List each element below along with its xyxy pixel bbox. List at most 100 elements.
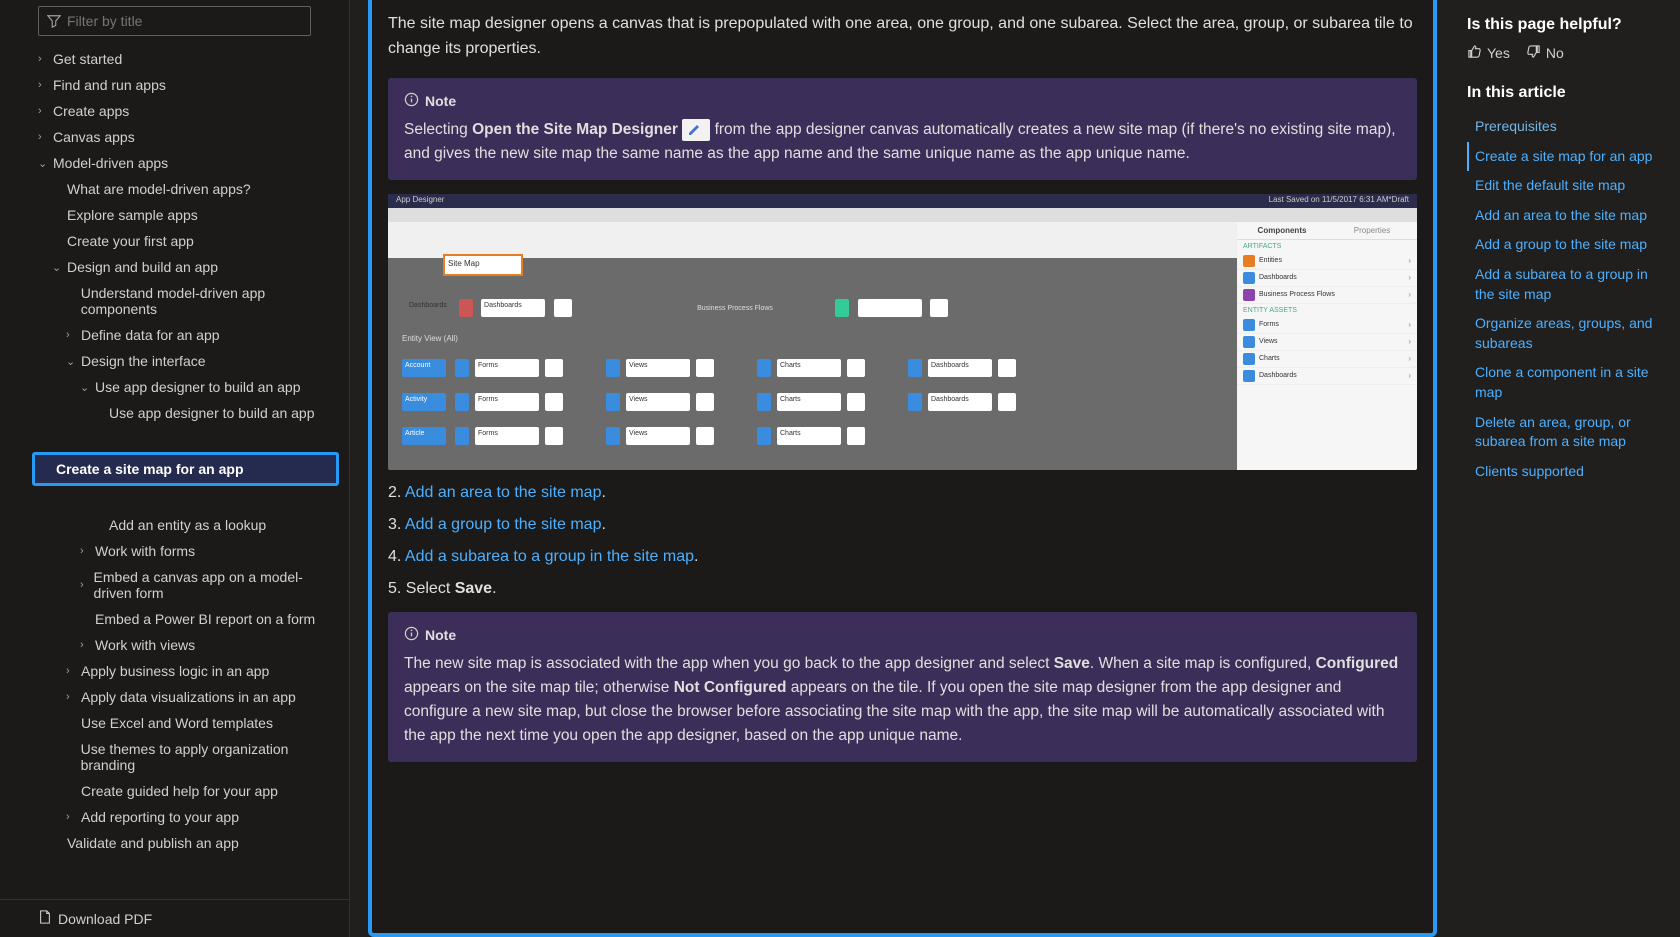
nav-item-label: Design and build an app [67, 259, 218, 275]
nav-item-define-data-for-an-app[interactable]: ›Define data for an app [38, 322, 339, 348]
step-3: 3. Add a group to the site map. [388, 516, 1417, 534]
note-head: Note [404, 92, 1401, 110]
info-icon [404, 92, 419, 110]
chevron-icon: › [80, 639, 92, 651]
nav-item-understand-model-driven-app-components[interactable]: Understand model-driven app components [38, 280, 339, 322]
components-panel: Components Properties ARTIFACTS Entities… [1237, 222, 1417, 470]
nav-item-label: Apply data visualizations in an app [81, 689, 296, 705]
nav-item-label: Create guided help for your app [81, 783, 278, 799]
nav-item-work-with-forms[interactable]: ›Work with forms [38, 538, 339, 564]
nav-item-embed-a-canvas-app-on-a-model-driven-for[interactable]: ›Embed a canvas app on a model-driven fo… [38, 564, 339, 606]
nav-item-label: hidden item above [109, 431, 223, 447]
nav-item-create-guided-help-for-your-app[interactable]: Create guided help for your app [38, 778, 339, 804]
left-sidebar: ›Get started›Find and run apps›Create ap… [0, 0, 350, 937]
nav-item-create-a-site-map-for-an-app[interactable]: Create a site map for an app [32, 452, 339, 486]
nav-item-embed-a-power-bi-report-on-a-form[interactable]: Embed a Power BI report on a form [38, 606, 339, 632]
nav-item-label: Use app designer to build an app [109, 405, 314, 421]
filter-box[interactable] [38, 6, 311, 36]
chevron-icon: › [80, 579, 91, 591]
nav-item-add-an-entity-as-a-lookup[interactable]: Add an entity as a lookup [38, 512, 339, 538]
nav-item-use-excel-and-word-templates[interactable]: Use Excel and Word templates [38, 710, 339, 736]
nav-item-label: Apply business logic in an app [81, 663, 269, 679]
nav-item-label: Find and run apps [53, 77, 166, 93]
download-pdf-button[interactable]: Download PDF [0, 899, 349, 937]
nav-item-apply-data-visualizations-in-an-app[interactable]: ›Apply data visualizations in an app [38, 684, 339, 710]
toc-item-add-an-area-to-the-site-map[interactable]: Add an area to the site map [1467, 201, 1668, 231]
nav-item-explore-sample-apps[interactable]: Explore sample apps [38, 202, 339, 228]
edit-icon [682, 119, 710, 141]
nav-item-label: Validate and publish an app [67, 835, 239, 851]
note-text-1: Selecting Open the Site Map Designer fro… [404, 118, 1401, 166]
nav-item-label: Define data for an app [81, 327, 220, 343]
nav-item-add-or-edit-app-components[interactable]: Add or edit app components [38, 486, 339, 512]
chevron-icon: › [38, 105, 50, 117]
nav-item-create-your-first-app[interactable]: Create your first app [38, 228, 339, 254]
article-highlight-box: The site map designer opens a canvas tha… [368, 0, 1437, 937]
nav-item-label: Use themes to apply organization brandin… [81, 741, 339, 773]
nav-item-work-with-views[interactable]: ›Work with views [38, 632, 339, 658]
nav-item-create-apps[interactable]: ›Create apps [38, 98, 339, 124]
chevron-icon: ⌄ [80, 381, 92, 394]
note-box-2: Note The new site map is associated with… [388, 612, 1417, 762]
chevron-icon: ⌄ [52, 261, 64, 274]
sitemap-tile-highlight: Site Map [443, 254, 523, 276]
nav-tree[interactable]: ›Get started›Find and run apps›Create ap… [0, 42, 349, 899]
chevron-icon: › [38, 131, 50, 143]
nav-item-model-driven-apps[interactable]: ⌄Model-driven apps [38, 150, 339, 176]
toc-item-organize-areas-groups-and-subareas[interactable]: Organize areas, groups, and subareas [1467, 309, 1668, 358]
nav-item-what-are-model-driven-apps-[interactable]: What are model-driven apps? [38, 176, 339, 202]
step-2-link[interactable]: Add an area to the site map [405, 484, 602, 501]
right-rail: Is this page helpful? Yes No In this art… [1455, 0, 1680, 937]
toc-title: In this article [1467, 84, 1668, 102]
nav-item-add-reporting-to-your-app[interactable]: ›Add reporting to your app [38, 804, 339, 830]
note-title-2: Note [425, 627, 456, 643]
toc-item-delete-an-area-group-or-subarea-from-a-s[interactable]: Delete an area, group, or subarea from a… [1467, 408, 1668, 457]
chevron-icon: ⌄ [38, 157, 50, 170]
nav-item-hidden-item-above[interactable]: hidden item above [38, 426, 339, 452]
nav-item-label: Explore sample apps [67, 207, 198, 223]
nav-item-use-app-designer-to-build-an-app[interactable]: ⌄Use app designer to build an app [38, 374, 339, 400]
nav-item-label: Use Excel and Word templates [81, 715, 273, 731]
nav-item-use-app-designer-to-build-an-app[interactable]: Use app designer to build an app [38, 400, 339, 426]
open-designer-bold: Open the Site Map Designer [472, 121, 678, 138]
chevron-icon: › [66, 691, 78, 703]
nav-item-get-started[interactable]: ›Get started [38, 46, 339, 72]
info-icon [404, 626, 419, 644]
nav-item-label: Design the interface [81, 353, 206, 369]
toc-item-clients-supported[interactable]: Clients supported [1467, 457, 1668, 487]
nav-item-label: Work with views [95, 637, 195, 653]
nav-item-validate-and-publish-an-app[interactable]: Validate and publish an app [38, 830, 339, 856]
nav-item-design-the-interface[interactable]: ⌄Design the interface [38, 348, 339, 374]
nav-item-canvas-apps[interactable]: ›Canvas apps [38, 124, 339, 150]
toc-item-prerequisites[interactable]: Prerequisites [1467, 112, 1668, 142]
chevron-icon: › [38, 53, 50, 65]
toc-item-clone-a-component-in-a-site-map[interactable]: Clone a component in a site map [1467, 358, 1668, 407]
filter-input[interactable] [61, 11, 302, 31]
helpful-yes-button[interactable]: Yes [1467, 44, 1510, 62]
thumbs-down-icon [1526, 44, 1541, 62]
nav-item-label: Create apps [53, 103, 129, 119]
nav-item-label: Embed a canvas app on a model-driven for… [94, 569, 339, 601]
toc-item-add-a-group-to-the-site-map[interactable]: Add a group to the site map [1467, 230, 1668, 260]
toc-item-create-a-site-map-for-an-app[interactable]: Create a site map for an app [1467, 142, 1668, 172]
nav-item-label: Use app designer to build an app [95, 379, 300, 395]
toc-item-add-a-subarea-to-a-group-in-the-site-map[interactable]: Add a subarea to a group in the site map [1467, 260, 1668, 309]
step-3-link[interactable]: Add a group to the site map [405, 516, 602, 533]
nav-item-label: Add reporting to your app [81, 809, 239, 825]
nav-item-label: Get started [53, 51, 122, 67]
helpful-title: Is this page helpful? [1467, 16, 1668, 34]
note-text-2: The new site map is associated with the … [404, 652, 1401, 748]
nav-item-label: Embed a Power BI report on a form [95, 611, 315, 627]
helpful-row: Yes No [1467, 44, 1668, 62]
nav-item-apply-business-logic-in-an-app[interactable]: ›Apply business logic in an app [38, 658, 339, 684]
nav-item-design-and-build-an-app[interactable]: ⌄Design and build an app [38, 254, 339, 280]
step-4-link[interactable]: Add a subarea to a group in the site map [405, 548, 694, 565]
chevron-icon: › [80, 545, 92, 557]
nav-item-label: Create your first app [67, 233, 194, 249]
toc-item-edit-the-default-site-map[interactable]: Edit the default site map [1467, 171, 1668, 201]
chevron-icon: ⌄ [66, 355, 78, 368]
helpful-no-button[interactable]: No [1526, 44, 1564, 62]
nav-item-find-and-run-apps[interactable]: ›Find and run apps [38, 72, 339, 98]
nav-item-use-themes-to-apply-organization-brandin[interactable]: Use themes to apply organization brandin… [38, 736, 339, 778]
nav-item-label: Canvas apps [53, 129, 135, 145]
